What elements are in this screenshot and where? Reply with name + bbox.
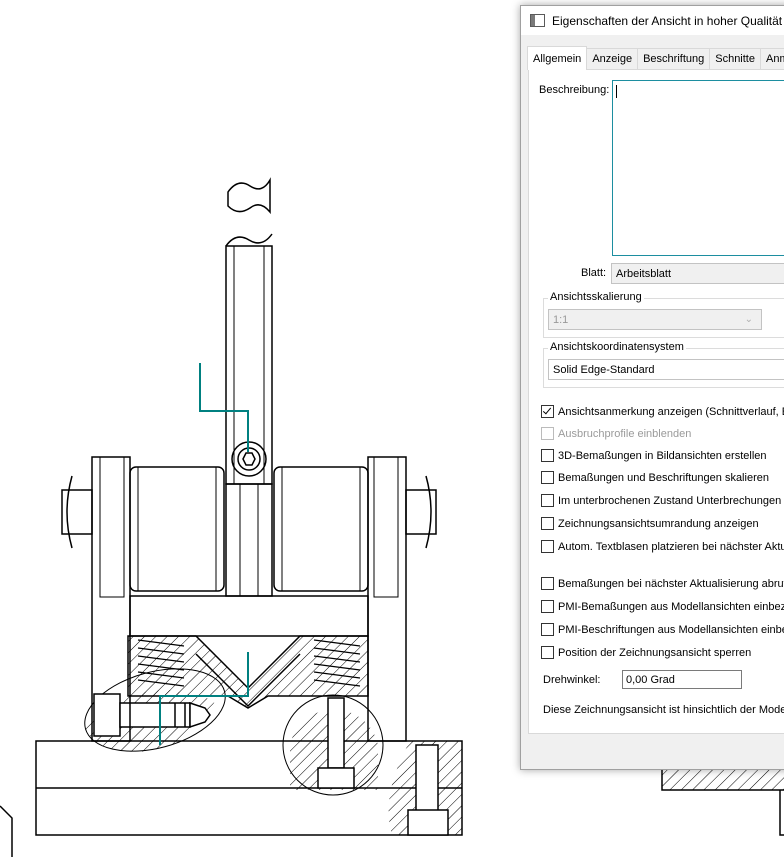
- tab-schnitte[interactable]: Schnitte: [709, 48, 761, 69]
- checkbox-box[interactable]: [541, 494, 554, 507]
- checkbox-3d-bemassungen[interactable]: 3D-Bemaßungen in Bildansichten erstellen: [541, 448, 767, 463]
- checkbox-box[interactable]: [541, 471, 554, 484]
- beschreibung-label: Beschreibung:: [539, 84, 610, 96]
- app-icon: [530, 14, 545, 27]
- drehwinkel-label: Drehwinkel:: [543, 674, 601, 686]
- scale-group-title: Ansichtsskalierung: [548, 291, 644, 303]
- tab-anzeige[interactable]: Anzeige: [586, 48, 639, 69]
- checkbox-box[interactable]: [541, 540, 554, 553]
- checkbox-box[interactable]: [541, 577, 554, 590]
- checkbox-box[interactable]: [541, 646, 554, 659]
- tab-allgemein[interactable]: Allgemein: [527, 46, 588, 70]
- coord-group: Ansichtskoordinatensystem Solid Edge-Sta…: [543, 341, 784, 388]
- checkbox-pmi-bemassungen[interactable]: PMI-Bemaßungen aus Modellansichten einbe…: [541, 599, 784, 614]
- drehwinkel-input[interactable]: 0,00 Grad: [622, 670, 742, 689]
- checkbox-ausbruchprofile: Ausbruchprofile einblenden: [541, 426, 691, 441]
- scale-group: Ansichtsskalierung 1:1 ⌄: [543, 291, 784, 338]
- beschreibung-textarea[interactable]: [612, 80, 784, 256]
- properties-dialog: Eigenschaften der Ansicht in hoher Quali…: [520, 5, 784, 770]
- chevron-down-icon: ⌄: [744, 314, 753, 325]
- checkbox-ansichtsanmerkung[interactable]: Ansichtsanmerkung anzeigen (Schnittverla…: [541, 404, 784, 419]
- checkbox-pmi-beschriftungen[interactable]: PMI-Beschriftungen aus Modellansichten e…: [541, 622, 784, 637]
- checkbox-box[interactable]: [541, 449, 554, 462]
- blatt-label: Blatt:: [581, 267, 607, 279]
- checkbox-bemassungen-abrufen[interactable]: Bemaßungen bei nächster Aktualisierung a…: [541, 576, 784, 591]
- blatt-dropdown[interactable]: Arbeitsblatt: [611, 263, 784, 284]
- checkbox-umrandung[interactable]: Zeichnungsansichtsumrandung anzeigen: [541, 516, 759, 531]
- scale-dropdown: 1:1 ⌄: [548, 309, 762, 330]
- roller-right[interactable]: [273, 466, 369, 592]
- checkbox-unterbrechungen[interactable]: Im unterbrochenen Zustand Unterbrechunge…: [541, 493, 784, 508]
- dialog-titlebar[interactable]: Eigenschaften der Ansicht in hoher Quali…: [521, 6, 784, 35]
- coord-group-title: Ansichtskoordinatensystem: [548, 341, 686, 353]
- checkbox-bemassungen-skalieren[interactable]: Bemaßungen und Beschriftungen skalieren: [541, 470, 769, 485]
- checkbox-box[interactable]: [541, 517, 554, 530]
- text-caret: [616, 85, 617, 98]
- roller-left[interactable]: [129, 466, 225, 592]
- checkbox-box[interactable]: [541, 600, 554, 613]
- checkbox-textblasen[interactable]: Autom. Textblasen platzieren bei nächste…: [541, 539, 784, 554]
- tab-beschriftung[interactable]: Beschriftung: [637, 48, 711, 69]
- tab-strip: Allgemein Anzeige Beschriftung Schnitte …: [527, 46, 784, 70]
- tab-panel-allgemein: Beschreibung: Blatt: Arbeitsblatt Ansich…: [528, 70, 784, 734]
- checkbox-box: [541, 427, 554, 440]
- coord-dropdown[interactable]: Solid Edge-Standard: [548, 359, 784, 380]
- checkbox-box[interactable]: [541, 623, 554, 636]
- checkbox-box[interactable]: [541, 405, 554, 418]
- dialog-title: Eigenschaften der Ansicht in hoher Quali…: [552, 13, 784, 28]
- footer-note: Diese Zeichnungsansicht ist hinsichtlich…: [543, 704, 784, 716]
- checkbox-position-sperren[interactable]: Position der Zeichnungsansicht sperren: [541, 645, 751, 660]
- tab-anm[interactable]: Anm: [759, 48, 784, 69]
